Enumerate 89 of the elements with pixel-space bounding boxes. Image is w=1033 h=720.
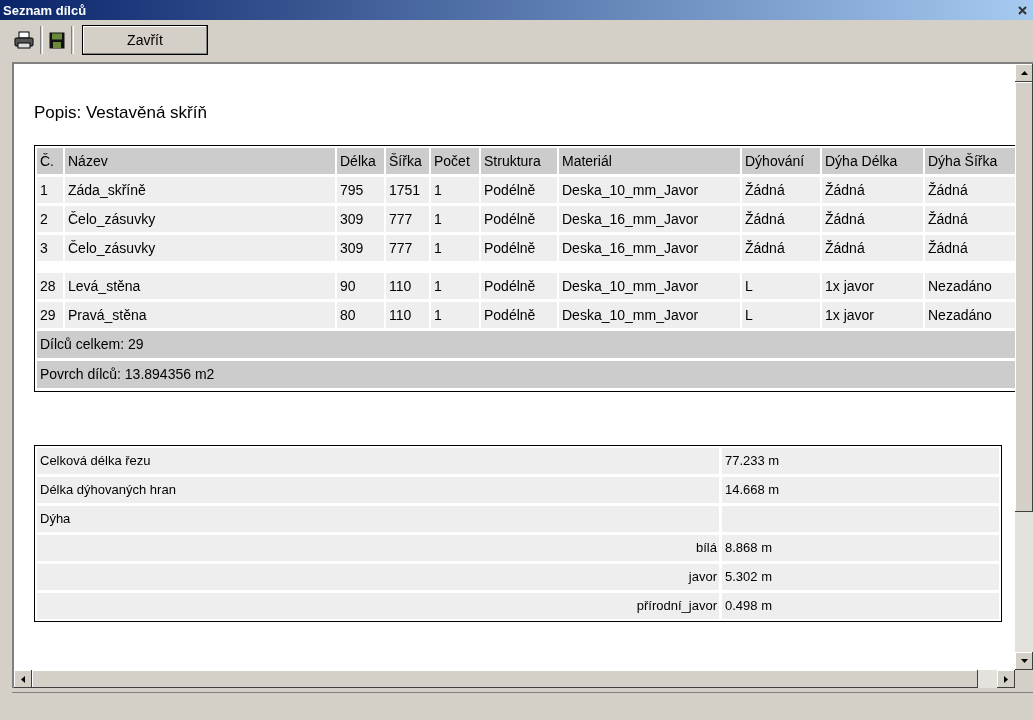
- column-header: Šířka: [386, 148, 429, 174]
- column-header: Dýha Šířka: [925, 148, 1015, 174]
- table-cell: 110: [386, 302, 429, 328]
- table-cell: 1x javor: [822, 273, 923, 299]
- table-cell: Žádná: [925, 177, 1015, 203]
- table-cell: 309: [337, 206, 384, 232]
- table-cell: 110: [386, 273, 429, 299]
- table-cell: Žádná: [742, 177, 820, 203]
- table-cell: 1x javor: [822, 302, 923, 328]
- table-cell: 14.668 m: [722, 477, 999, 503]
- table-cell: Žádná: [822, 206, 923, 232]
- table-cell: Žádná: [822, 177, 923, 203]
- table-cell: Délka dýhovaných hran: [37, 477, 719, 503]
- description-text: Popis: Vestavěná skříň: [34, 103, 208, 124]
- scroll-down-button[interactable]: [1015, 652, 1033, 670]
- table-cell: Levá_stěna: [65, 273, 335, 299]
- table-cell: 28: [37, 273, 63, 299]
- table-cell: Deska_16_mm_Javor: [559, 235, 740, 261]
- close-button[interactable]: Zavřít: [82, 25, 208, 55]
- column-header: Č.: [37, 148, 63, 174]
- table-cell: Podélně: [481, 177, 557, 203]
- table-cell: 1751: [386, 177, 429, 203]
- table-cell: Záda_skříně: [65, 177, 335, 203]
- table-cell: 29: [37, 302, 63, 328]
- right-arrow-icon: [1004, 675, 1008, 683]
- column-header: Dýha Délka: [822, 148, 923, 174]
- table-cell: Dýha: [37, 506, 719, 532]
- table-cell: 0.498 m: [722, 593, 999, 619]
- table-cell: Deska_10_mm_Javor: [559, 177, 740, 203]
- table-cell: 795: [337, 177, 384, 203]
- table-cell: 777: [386, 206, 429, 232]
- table-cell: Nezadáno: [925, 302, 1015, 328]
- summary-row: Povrch dílců: 13.894356 m2: [37, 361, 1015, 388]
- table-cell: 1: [431, 273, 479, 299]
- column-header: Název: [65, 148, 335, 174]
- table-cell: javor: [37, 564, 719, 590]
- table-cell: 1: [431, 177, 479, 203]
- table-cell: Celková délka řezu: [37, 448, 719, 474]
- table-cell: 2: [37, 206, 63, 232]
- table-cell: 90: [337, 273, 384, 299]
- column-header: Struktura: [481, 148, 557, 174]
- scroll-right-button[interactable]: [997, 670, 1015, 688]
- table-cell: 3: [37, 235, 63, 261]
- table-cell: bílá: [37, 535, 719, 561]
- table-cell: Žádná: [822, 235, 923, 261]
- table-cell: Čelo_zásuvky: [65, 235, 335, 261]
- table-cell: Podélně: [481, 302, 557, 328]
- column-header: Materiál: [559, 148, 740, 174]
- table-cell: Nezadáno: [925, 273, 1015, 299]
- column-header: Počet: [431, 148, 479, 174]
- vertical-scrollbar[interactable]: [1015, 64, 1033, 670]
- scroll-thumb[interactable]: [1015, 82, 1033, 512]
- table-cell: 8.868 m: [722, 535, 999, 561]
- table-cell: 309: [337, 235, 384, 261]
- table-cell: 1: [37, 177, 63, 203]
- table-cell: Čelo_zásuvky: [65, 206, 335, 232]
- table-cell: přírodní_javor: [37, 593, 719, 619]
- window-title: Seznam dílců: [3, 2, 87, 18]
- table-cell: L: [742, 273, 820, 299]
- scroll-left-button[interactable]: [14, 670, 32, 688]
- close-icon[interactable]: [1018, 5, 1027, 15]
- table-cell: Pravá_stěna: [65, 302, 335, 328]
- table-cell: Deska_10_mm_Javor: [559, 302, 740, 328]
- table-cell: Deska_10_mm_Javor: [559, 273, 740, 299]
- table-cell: 1: [431, 235, 479, 261]
- scroll-up-button[interactable]: [1015, 64, 1033, 82]
- table-cell: Žádná: [925, 235, 1015, 261]
- table-cell: 777: [386, 235, 429, 261]
- table-cell: L: [742, 302, 820, 328]
- table-cell: Žádná: [742, 206, 820, 232]
- table-cell: 1: [431, 302, 479, 328]
- table-cell: Deska_16_mm_Javor: [559, 206, 740, 232]
- column-header: Délka: [337, 148, 384, 174]
- table-cell: 80: [337, 302, 384, 328]
- table-cell: 5.302 m: [722, 564, 999, 590]
- table-cell: Podélně: [481, 273, 557, 299]
- table-cell: Žádná: [925, 206, 1015, 232]
- printer-icon[interactable]: [14, 31, 34, 49]
- save-icon[interactable]: [49, 31, 65, 49]
- table-cell: Žádná: [742, 235, 820, 261]
- down-arrow-icon: [1020, 659, 1028, 663]
- table-cell: Podélně: [481, 206, 557, 232]
- table-cell: Podélně: [481, 235, 557, 261]
- table-cell: 1: [431, 206, 479, 232]
- up-arrow-icon: [1020, 71, 1028, 75]
- table-cell: 77.233 m: [722, 448, 999, 474]
- left-arrow-icon: [21, 675, 25, 683]
- column-header: Dýhování: [742, 148, 820, 174]
- summary-row: Dílců celkem: 29: [37, 331, 1015, 358]
